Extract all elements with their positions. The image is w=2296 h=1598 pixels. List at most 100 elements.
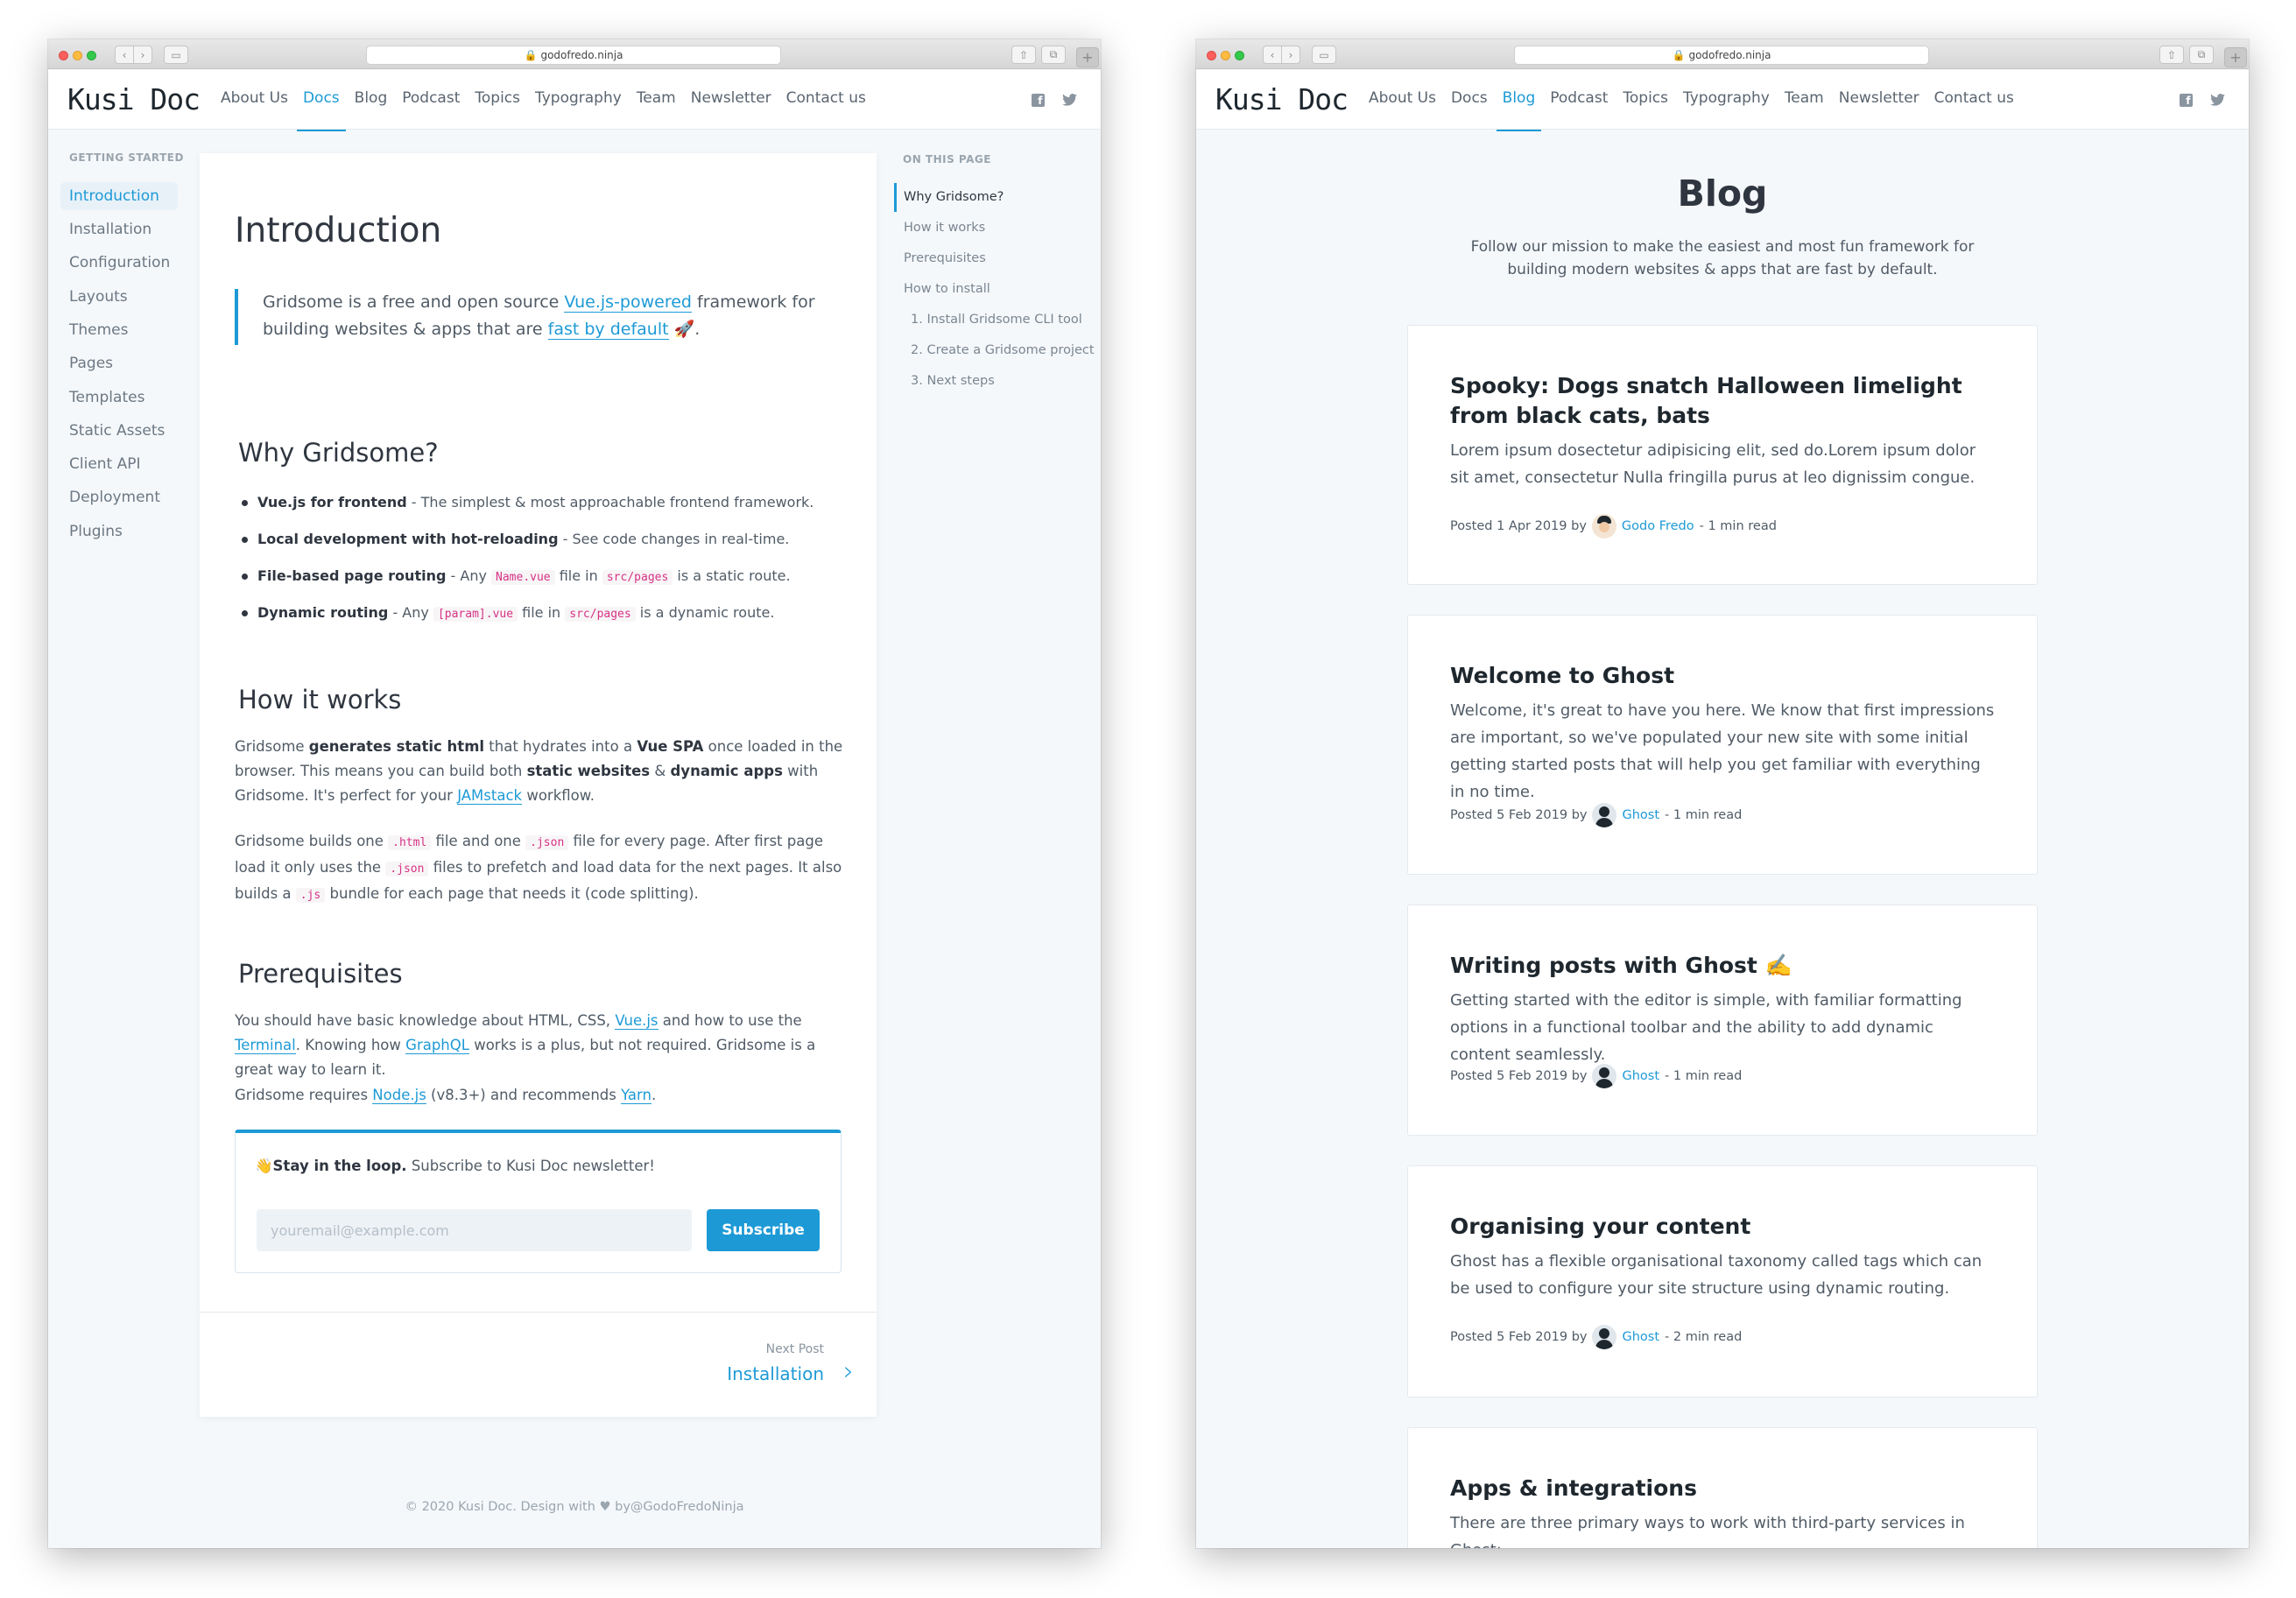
address-bar[interactable]: 🔒 godofredo.ninja: [366, 46, 781, 65]
tabs-icon[interactable]: ⧉: [2189, 46, 2214, 64]
nav-team[interactable]: Team: [637, 89, 676, 107]
zoom-window-button[interactable]: [1235, 51, 1244, 60]
sidebar-item-layouts[interactable]: Layouts: [60, 283, 178, 311]
post-card[interactable]: Apps & integrations There are three prim…: [1407, 1427, 2038, 1548]
toc-item-create-project[interactable]: 2. Create a Gridsome project: [911, 343, 1095, 357]
nav-docs[interactable]: Docs: [297, 89, 346, 131]
avatar: [1592, 803, 1617, 827]
facebook-icon[interactable]: f: [2177, 91, 2194, 109]
toc-item-how-to-install[interactable]: How to install: [904, 282, 990, 296]
nav-about-us[interactable]: About Us: [221, 89, 288, 107]
page-title: Blog: [1677, 172, 1768, 215]
yarn-link[interactable]: Yarn: [621, 1087, 651, 1104]
sidebar-item-introduction[interactable]: Introduction: [60, 182, 178, 210]
fast-by-default-link[interactable]: fast by default: [547, 320, 669, 340]
minimize-window-button[interactable]: [1221, 51, 1230, 60]
post-card[interactable]: Organising your content Ghost has a flex…: [1407, 1165, 2038, 1397]
share-icon[interactable]: ⇧: [2159, 46, 2184, 64]
share-icon[interactable]: ⇧: [1011, 46, 1036, 64]
vuejs-link[interactable]: Vue.js: [615, 1012, 659, 1030]
subscribe-button[interactable]: Subscribe: [707, 1209, 820, 1251]
jamstack-link[interactable]: JAMstack: [457, 787, 523, 805]
sidebar-toggle-icon[interactable]: ▭: [164, 46, 188, 64]
next-post-link[interactable]: Installation: [727, 1363, 824, 1384]
post-title[interactable]: Writing posts with Ghost ✍️: [1450, 951, 1997, 981]
facebook-icon[interactable]: f: [1029, 91, 1046, 109]
page-subtitle: Follow our mission to make the easiest a…: [1470, 238, 1975, 278]
divider: [200, 1312, 877, 1313]
sidebar-toggle-icon[interactable]: ▭: [1312, 46, 1336, 64]
twitter-icon[interactable]: [2208, 91, 2226, 109]
toc-item-why-gridsome[interactable]: Why Gridsome?: [904, 190, 1004, 204]
toc-item-next-steps[interactable]: 3. Next steps: [911, 374, 995, 388]
post-title[interactable]: Organising your content: [1450, 1212, 1997, 1242]
nav-docs[interactable]: Docs: [1451, 89, 1488, 107]
sidebar-item-deployment[interactable]: Deployment: [60, 483, 178, 511]
nav-typography[interactable]: Typography: [535, 89, 622, 107]
new-tab-button[interactable]: +: [2224, 47, 2247, 67]
forward-icon[interactable]: ›: [133, 46, 152, 64]
address-bar[interactable]: 🔒 godofredo.ninja: [1514, 46, 1929, 65]
nav-topics[interactable]: Topics: [475, 89, 520, 107]
nav-about-us[interactable]: About Us: [1369, 89, 1436, 107]
toc-item-install-cli[interactable]: 1. Install Gridsome CLI tool: [911, 313, 1082, 327]
post-card[interactable]: Welcome to Ghost Welcome, it's great to …: [1407, 615, 2038, 875]
minimize-window-button[interactable]: [73, 51, 82, 60]
close-window-button[interactable]: [1207, 51, 1216, 60]
zoom-window-button[interactable]: [87, 51, 96, 60]
post-title[interactable]: Welcome to Ghost: [1450, 661, 1997, 691]
sidebar-item-installation[interactable]: Installation: [60, 215, 178, 243]
post-card[interactable]: Writing posts with Ghost ✍️ Getting star…: [1407, 905, 2038, 1136]
sidebar-item-client-api[interactable]: Client API: [60, 450, 178, 478]
list-item: Vue.js for frontend - The simplest & mos…: [242, 492, 846, 529]
site-logo[interactable]: Kusi Doc: [1215, 82, 1349, 116]
nav-contact-us[interactable]: Contact us: [1934, 89, 2014, 107]
close-window-button[interactable]: [59, 51, 68, 60]
graphql-link[interactable]: GraphQL: [405, 1037, 469, 1054]
author-link[interactable]: Godo Fredo: [1622, 519, 1694, 533]
author-link[interactable]: Ghost: [1622, 1330, 1659, 1344]
nav-podcast[interactable]: Podcast: [1550, 89, 1608, 107]
sidebar-item-configuration[interactable]: Configuration: [60, 249, 178, 277]
twitter-icon[interactable]: [1060, 91, 1078, 109]
nav-topics[interactable]: Topics: [1623, 89, 1668, 107]
vuejs-powered-link[interactable]: Vue.js-powered: [564, 292, 692, 313]
sidebar-item-pages[interactable]: Pages: [60, 349, 178, 377]
avatar: [1591, 514, 1616, 539]
nav-typography[interactable]: Typography: [1683, 89, 1770, 107]
post-card[interactable]: Spooky: Dogs snatch Halloween limelight …: [1407, 325, 2038, 585]
nav-blog[interactable]: Blog: [355, 89, 388, 107]
sidebar-item-themes[interactable]: Themes: [60, 316, 178, 344]
tabs-icon[interactable]: ⧉: [1041, 46, 1066, 64]
nodejs-link[interactable]: Node.js: [372, 1087, 426, 1104]
wave-icon: 👋: [255, 1158, 273, 1174]
toc-item-prerequisites[interactable]: Prerequisites: [904, 251, 986, 265]
nav-blog[interactable]: Blog: [1496, 89, 1541, 131]
new-tab-button[interactable]: +: [1076, 47, 1099, 67]
how-paragraph-1: Gridsome generates static html that hydr…: [235, 738, 843, 805]
nav-newsletter[interactable]: Newsletter: [1839, 89, 1919, 107]
sidebar-item-plugins[interactable]: Plugins: [60, 517, 178, 546]
nav-podcast[interactable]: Podcast: [402, 89, 460, 107]
back-icon[interactable]: ‹: [115, 46, 134, 64]
post-title[interactable]: Spooky: Dogs snatch Halloween limelight …: [1450, 371, 1997, 431]
prereq-paragraph-1: You should have basic knowledge about HT…: [235, 1012, 816, 1078]
post-title[interactable]: Apps & integrations: [1450, 1474, 1997, 1503]
author-link[interactable]: Ghost: [1622, 808, 1659, 822]
back-icon[interactable]: ‹: [1263, 46, 1282, 64]
email-input[interactable]: [257, 1209, 692, 1251]
toc-active-indicator: [894, 183, 897, 212]
chevron-right-icon[interactable]: ›: [843, 1356, 854, 1387]
author-link[interactable]: Ghost: [1622, 1069, 1659, 1083]
nav-contact-us[interactable]: Contact us: [786, 89, 866, 107]
forward-icon[interactable]: ›: [1281, 46, 1300, 64]
main-nav: About Us Docs Blog Podcast Topics Typogr…: [221, 89, 866, 131]
site-logo[interactable]: Kusi Doc: [67, 82, 201, 116]
nav-newsletter[interactable]: Newsletter: [691, 89, 771, 107]
toc-heading: ON THIS PAGE: [903, 153, 991, 165]
toc-item-how-it-works[interactable]: How it works: [904, 221, 985, 235]
sidebar-item-templates[interactable]: Templates: [60, 384, 178, 412]
nav-team[interactable]: Team: [1785, 89, 1824, 107]
terminal-link[interactable]: Terminal: [235, 1037, 296, 1054]
sidebar-item-static-assets[interactable]: Static Assets: [60, 417, 178, 445]
